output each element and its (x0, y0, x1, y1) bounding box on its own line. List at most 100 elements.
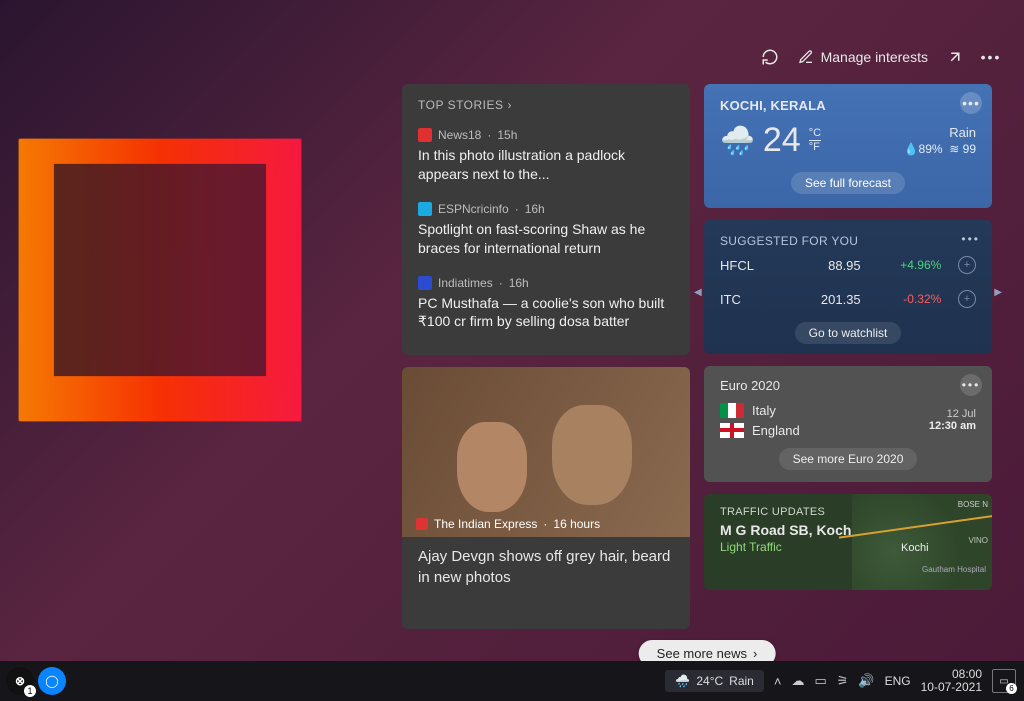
stock-change: +4.96% (871, 258, 941, 272)
stock-price: 88.95 (791, 258, 861, 273)
language-indicator[interactable]: ENG (885, 674, 911, 688)
stocks-card: ◀ ▶ ••• SUGGESTED FOR YOU HFCL 88.95 +4.… (704, 220, 992, 354)
wind-icon: ≋ (949, 142, 959, 156)
feature-title: Ajay Devgn shows off grey hair, beard in… (418, 547, 674, 588)
unit-f[interactable]: °F (809, 141, 821, 154)
rain-icon: 🌧️ (675, 674, 690, 688)
ellipsis-icon: ••• (982, 48, 1000, 66)
top-stories-label: TOP STORIES (418, 98, 504, 112)
taskbar-weather-temp: 24°C (696, 674, 723, 688)
taskbar-weather-button[interactable]: 🌧️ 24°C Rain (665, 670, 763, 692)
action-center-button[interactable]: ▭ 6 (992, 669, 1016, 693)
pencil-icon (797, 48, 815, 66)
flag-italy-icon (720, 403, 744, 418)
taskbar-date: 10-07-2021 (921, 681, 982, 694)
add-stock-button[interactable]: + (958, 256, 976, 274)
map-label: Gautham Hospital (922, 565, 986, 574)
desktop-wallpaper (0, 0, 420, 660)
watchlist-button[interactable]: Go to watchlist (795, 322, 902, 344)
expand-icon (946, 48, 964, 66)
weather-card[interactable]: ••• KOCHI, KERALA 🌧️ 24 °C °F Rain (704, 84, 992, 208)
taskbar: ⊗ 1 ◯ 🌧️ 24°C Rain ˄ ☁ ▭ ⚞ 🔊 ENG 08:00 1… (0, 661, 1024, 701)
weather-humidity: 89% (919, 142, 943, 156)
chevron-right-icon: › (508, 98, 513, 112)
panels-row: TOP STORIES › News18 · 15h In this photo… (402, 84, 1012, 654)
story-title: In this photo illustration a padlock app… (418, 146, 674, 184)
traffic-map: BOSE N VINO Gautham Hospital (852, 494, 992, 590)
story-item[interactable]: ESPNcricinfo · 16h Spotlight on fast-sco… (418, 194, 674, 268)
system-tray: 🌧️ 24°C Rain ˄ ☁ ▭ ⚞ 🔊 ENG 08:00 10-07-2… (665, 668, 1024, 694)
unit-c[interactable]: °C (809, 127, 821, 141)
stocks-header: SUGGESTED FOR YOU (720, 234, 976, 248)
weather-more-button[interactable]: ••• (960, 92, 982, 114)
weather-extra: 99 (963, 142, 976, 156)
story-age: 16h (509, 276, 529, 290)
cortana-icon: ◯ (45, 674, 58, 688)
top-stories-header[interactable]: TOP STORIES › (418, 98, 674, 112)
refresh-icon (761, 48, 779, 66)
news-interests-flyout: Manage interests ••• TOP STORIES › News (402, 40, 1012, 663)
source-icon (418, 276, 432, 290)
chevron-right-icon: › (753, 646, 757, 661)
feature-image (402, 367, 690, 537)
xbox-badge: 1 (24, 685, 36, 697)
see-more-label: See more news (657, 646, 747, 661)
story-source: Indiatimes (438, 276, 493, 290)
story-age: 16h (525, 202, 545, 216)
source-icon (416, 518, 428, 530)
story-age: 15h (497, 128, 517, 142)
refresh-button[interactable] (761, 48, 779, 66)
add-stock-button[interactable]: + (958, 290, 976, 308)
feature-meta: The Indian Express · 16 hours (416, 517, 600, 531)
stocks-more-button[interactable]: ••• (961, 232, 980, 246)
match-hour: 12:30 am (929, 420, 976, 432)
taskbar-weather-cond: Rain (729, 674, 754, 688)
story-item[interactable]: News18 · 15h In this photo illustration … (418, 120, 674, 194)
story-source: News18 (438, 128, 481, 142)
onedrive-icon[interactable]: ☁ (791, 673, 804, 689)
taskbar-cortana-button[interactable]: ◯ (38, 667, 66, 695)
taskbar-xbox-button[interactable]: ⊗ 1 (6, 667, 34, 695)
feature-source: The Indian Express (434, 517, 537, 531)
team-name: England (752, 423, 800, 438)
story-title: Spotlight on fast-scoring Shaw as he bra… (418, 220, 674, 258)
stock-row[interactable]: ITC 201.35 -0.32% + (720, 282, 976, 316)
team-name: Italy (752, 403, 776, 418)
taskbar-clock[interactable]: 08:00 10-07-2021 (921, 668, 982, 694)
manage-interests-label: Manage interests (821, 49, 928, 65)
feature-age: 16 hours (553, 517, 600, 531)
stock-row[interactable]: HFCL 88.95 +4.96% + (720, 248, 976, 282)
map-label: VINO (968, 536, 988, 545)
volume-icon[interactable]: 🔊 (858, 673, 874, 689)
expand-button[interactable] (946, 48, 964, 66)
traffic-card[interactable]: TRAFFIC UPDATES M G Road SB, Kochi Light… (704, 494, 992, 590)
wifi-icon[interactable]: ⚞ (837, 673, 849, 689)
weather-temp: 24 (763, 121, 801, 160)
stocks-next-button[interactable]: ▶ (994, 287, 1002, 298)
battery-icon[interactable]: ▭ (814, 673, 826, 689)
weather-units[interactable]: °C °F (809, 127, 821, 154)
more-options-button[interactable]: ••• (982, 48, 1000, 66)
source-icon (418, 202, 432, 216)
see-more-sports-button[interactable]: See more Euro 2020 (779, 448, 918, 470)
sports-title: Euro 2020 (720, 378, 976, 393)
story-item[interactable]: Indiatimes · 16h PC Musthafa — a coolie'… (418, 268, 674, 342)
xbox-icon: ⊗ (15, 674, 25, 688)
sports-card: ••• Euro 2020 Italy England 12 Jul 12:30… (704, 366, 992, 482)
stock-symbol: ITC (720, 292, 780, 307)
sports-more-button[interactable]: ••• (960, 374, 982, 396)
feature-story-card[interactable]: The Indian Express · 16 hours Ajay Devgn… (402, 367, 690, 629)
stocks-prev-button[interactable]: ◀ (694, 287, 702, 298)
match-date: 12 Jul (929, 408, 976, 420)
humidity-icon: 💧 (904, 142, 919, 156)
see-forecast-button[interactable]: See full forecast (791, 172, 905, 194)
story-title: PC Musthafa — a coolie's son who built ₹… (418, 294, 674, 332)
stock-price: 201.35 (791, 292, 861, 307)
manage-interests-button[interactable]: Manage interests (797, 48, 928, 66)
weather-location: KOCHI, KERALA (720, 98, 976, 113)
top-stories-card: TOP STORIES › News18 · 15h In this photo… (402, 84, 690, 355)
notification-count: 6 (1006, 683, 1017, 694)
tray-expand-icon[interactable]: ˄ (774, 674, 782, 689)
rain-icon: 🌧️ (720, 124, 755, 157)
weather-condition: Rain (904, 125, 976, 140)
